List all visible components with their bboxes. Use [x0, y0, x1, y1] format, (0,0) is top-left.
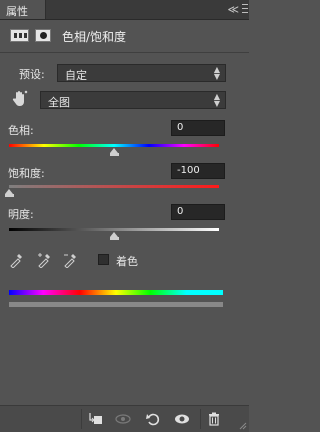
tab-properties-label: 属性 [6, 5, 28, 18]
hue-input[interactable]: 0 [171, 120, 225, 136]
panel-title: 色相/饱和度 [62, 30, 127, 44]
saturation-slider-thumb[interactable] [4, 189, 14, 197]
eyedropper-add-icon[interactable] [37, 251, 52, 268]
trash-icon[interactable] [206, 411, 222, 427]
collapse-panel-button[interactable]: ≪ [227, 3, 239, 16]
preset-select[interactable]: 自定 ▲ ▼ [57, 64, 226, 82]
lightness-label: 明度: [8, 208, 34, 221]
lightness-input[interactable]: 0 [171, 204, 225, 220]
toolbar-divider [81, 409, 82, 429]
resize-grip-icon[interactable] [237, 420, 247, 430]
preset-label: 预设: [19, 68, 45, 81]
input-color-spectrum-bar [9, 290, 223, 295]
hue-slider-track[interactable] [9, 144, 219, 147]
hand-target-icon[interactable] [12, 90, 28, 108]
toolbar-divider [200, 409, 201, 429]
tab-properties[interactable]: 属性 [0, 0, 46, 19]
saturation-input[interactable]: -100 [171, 163, 225, 179]
saturation-label: 饱和度: [8, 167, 45, 180]
output-color-spectrum-bar [9, 302, 223, 307]
preset-value: 自定 [65, 69, 87, 82]
panel-bottom-toolbar [0, 405, 249, 432]
eyedropper-icon[interactable] [9, 251, 24, 268]
saturation-slider-track[interactable] [9, 185, 219, 188]
reset-icon[interactable] [145, 411, 161, 427]
layer-mask-icon[interactable] [35, 29, 51, 42]
lightness-slider-track[interactable] [9, 228, 219, 231]
panel-menu-icon[interactable] [241, 1, 249, 17]
panel-titlebar: 属性 ≪ [0, 0, 249, 20]
colorize-label: 着色 [116, 255, 138, 268]
visibility-eye-icon[interactable] [174, 411, 190, 427]
hue-slider-thumb[interactable] [109, 148, 119, 156]
channel-value: 全图 [48, 96, 70, 109]
hue-label: 色相: [8, 124, 34, 137]
adjustment-header: 色相/饱和度 [0, 20, 249, 50]
eyedropper-subtract-icon[interactable] [63, 251, 78, 268]
clip-to-layer-icon[interactable] [88, 411, 104, 427]
view-previous-state-icon[interactable] [115, 411, 131, 427]
select-arrows-icon: ▲ ▼ [213, 92, 220, 108]
hue-saturation-layer-icon[interactable] [10, 29, 29, 42]
header-divider [0, 52, 249, 53]
channel-select[interactable]: 全图 ▲ ▼ [40, 91, 226, 109]
colorize-checkbox[interactable] [98, 254, 109, 265]
select-arrows-icon: ▲ ▼ [213, 65, 220, 81]
lightness-slider-thumb[interactable] [109, 232, 119, 240]
